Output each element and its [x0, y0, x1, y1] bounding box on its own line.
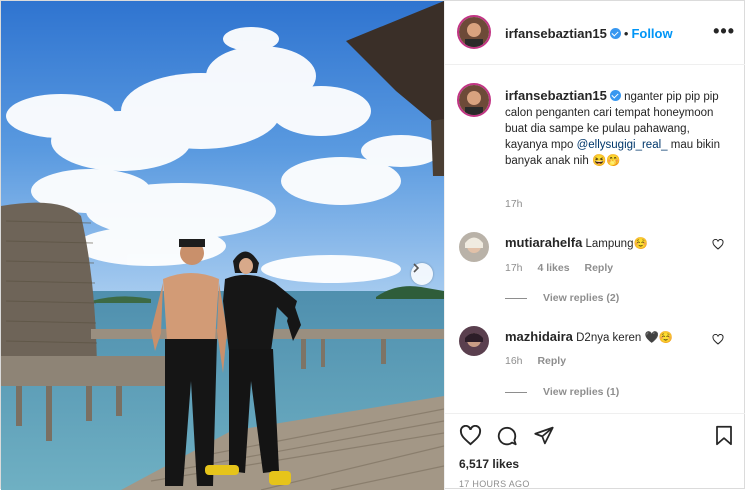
share-icon[interactable]: [533, 425, 555, 446]
view-replies-label: View replies (1): [543, 386, 620, 398]
comment-avatar[interactable]: [459, 326, 489, 356]
caption-line2: kayanya mpo: [505, 139, 574, 151]
comment-username[interactable]: mazhidaira: [505, 329, 573, 344]
comment-avatar[interactable]: [459, 232, 489, 262]
header-username[interactable]: irfansebaztian15: [505, 26, 607, 41]
likes-count[interactable]: 6,517 likes: [459, 457, 519, 471]
author-avatar-image: [459, 17, 489, 47]
comment-likes[interactable]: 4 likes: [537, 262, 569, 274]
photo-scene: [1, 1, 444, 490]
comment-2: mazhidaira D2nya keren 🖤☺️: [505, 329, 673, 344]
view-replies-label: View replies (2): [543, 292, 620, 304]
comment-avatar-image: [459, 232, 489, 262]
comment-body: Lampung☺️: [585, 238, 648, 250]
comment-1: mutiarahelfa Lampung☺️: [505, 235, 648, 250]
comment-time[interactable]: 16h: [505, 355, 523, 367]
header-user-line: irfansebaztian15 • Follow: [505, 25, 673, 43]
bookmark-icon[interactable]: [715, 425, 733, 446]
caption-time[interactable]: 17h: [505, 198, 523, 210]
comment-icon[interactable]: [496, 425, 518, 447]
replies-divider: [505, 391, 527, 393]
post-header: irfansebaztian15 • Follow •••: [445, 1, 745, 65]
comment-body: D2nya keren 🖤☺️: [576, 332, 674, 344]
post-dialog: irfansebaztian15 • Follow ••• irfansebazti…: [0, 0, 745, 490]
comment-avatar-image: [459, 326, 489, 356]
comment-username[interactable]: mutiarahelfa: [505, 235, 582, 250]
chevron-right-icon: [413, 263, 420, 273]
comment-reply-button[interactable]: Reply: [585, 262, 614, 274]
comment-1-meta: 17h 4 likes Reply: [505, 262, 625, 274]
caption-avatar[interactable]: [457, 83, 491, 117]
caption-text: irfansebaztian15 nganter pip pip pip cal…: [505, 88, 737, 169]
caption-username[interactable]: irfansebaztian15: [505, 88, 607, 103]
follow-button[interactable]: Follow: [631, 26, 672, 41]
posted-time[interactable]: 17 HOURS AGO: [459, 479, 530, 489]
replies-divider: [505, 297, 527, 299]
comment-time[interactable]: 17h: [505, 262, 523, 274]
heart-icon[interactable]: [459, 425, 482, 446]
more-options-icon[interactable]: •••: [713, 21, 735, 42]
verified-badge-icon: [609, 28, 621, 39]
verified-badge-icon: [609, 90, 621, 101]
author-avatar[interactable]: [457, 15, 491, 49]
comment-2-meta: 16h Reply: [505, 355, 578, 367]
view-replies-button[interactable]: View replies (2): [505, 292, 619, 304]
next-photo-button[interactable]: [411, 263, 433, 285]
view-replies-button[interactable]: View replies (1): [505, 386, 619, 398]
comment-reply-button[interactable]: Reply: [537, 355, 566, 367]
caption-avatar-image: [459, 85, 489, 115]
separator-dot: •: [623, 26, 629, 41]
comment-like-heart-icon[interactable]: [712, 334, 724, 345]
caption-mention[interactable]: @ellysugigi_real_: [577, 139, 668, 151]
post-actions: 6,517 likes 17 HOURS AGO: [445, 413, 745, 490]
post-panel: irfansebaztian15 • Follow ••• irfansebazti…: [444, 1, 745, 490]
comment-like-heart-icon[interactable]: [712, 239, 724, 250]
post-photo[interactable]: [1, 1, 444, 490]
